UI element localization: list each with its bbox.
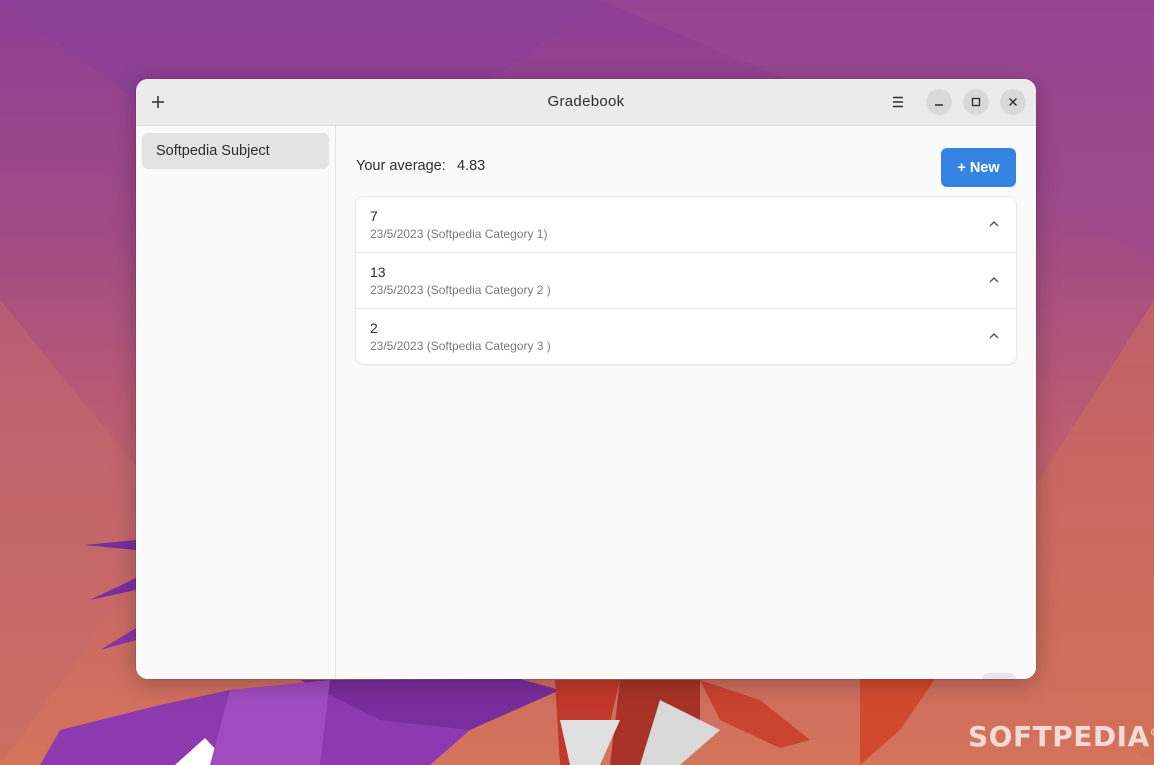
- grade-value: 2: [370, 320, 378, 336]
- hamburger-menu-icon: [893, 96, 903, 108]
- grade-details: 23/5/2023 (Softpedia Category 1): [370, 227, 548, 241]
- softpedia-watermark: SOFTPEDIA®: [968, 720, 1154, 753]
- new-grade-button[interactable]: + New: [941, 148, 1016, 187]
- sidebar-item-softpedia-subject[interactable]: Softpedia Subject: [142, 133, 329, 169]
- grade-row[interactable]: 7 23/5/2023 (Softpedia Category 1): [356, 197, 1016, 253]
- chevron-up-icon[interactable]: [986, 272, 1002, 288]
- minimize-icon: [935, 104, 943, 106]
- grade-row[interactable]: 2 23/5/2023 (Softpedia Category 3 ): [356, 309, 1016, 364]
- maximize-button[interactable]: [963, 89, 989, 115]
- sidebar-item-label: Softpedia Subject: [156, 143, 270, 159]
- grades-content: Your average: 4.83 + New 7 23/5/2023 (So…: [336, 126, 1036, 679]
- maximize-icon: [971, 97, 981, 107]
- grade-details: 23/5/2023 (Softpedia Category 2 ): [370, 283, 551, 297]
- chevron-up-icon[interactable]: [986, 328, 1002, 344]
- watermark-text: SOFTPEDIA: [968, 720, 1150, 753]
- grade-row[interactable]: 13 23/5/2023 (Softpedia Category 2 ): [356, 253, 1016, 309]
- grade-value: 7: [370, 208, 378, 224]
- close-icon: [1009, 98, 1017, 106]
- add-subject-button[interactable]: [145, 89, 171, 115]
- minimize-button[interactable]: [926, 89, 952, 115]
- grade-list: 7 23/5/2023 (Softpedia Category 1) 13 23…: [356, 197, 1016, 364]
- main-menu-button[interactable]: [885, 89, 911, 115]
- close-button[interactable]: [1000, 89, 1026, 115]
- header-bar: Gradebook: [136, 79, 1036, 126]
- average-value: 4.83: [457, 158, 486, 174]
- new-grade-button-label: + New: [957, 159, 1000, 176]
- subjects-sidebar: Softpedia Subject: [136, 126, 336, 679]
- watermark-registered-mark: ®: [1150, 728, 1154, 739]
- edit-subject-button[interactable]: [982, 673, 1016, 679]
- chevron-up-icon[interactable]: [986, 216, 1002, 232]
- grade-value: 13: [370, 264, 386, 280]
- plus-icon: [152, 96, 164, 108]
- average-label: Your average:: [356, 158, 446, 174]
- gradebook-window: Gradebook Softpedia Subject Your average…: [136, 79, 1036, 679]
- grade-details: 23/5/2023 (Softpedia Category 3 ): [370, 339, 551, 353]
